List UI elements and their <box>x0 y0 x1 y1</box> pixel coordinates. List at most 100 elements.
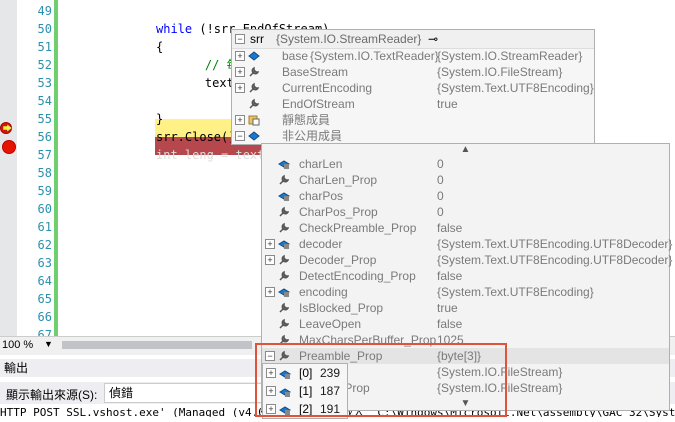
member-value[interactable]: 0 <box>437 204 444 220</box>
line-number: 63 <box>37 256 52 270</box>
class-icon <box>248 130 260 146</box>
zoom-dropdown-icon[interactable]: ▼ <box>44 339 53 349</box>
line-number: 53 <box>37 76 52 90</box>
member-name: 靜態成員 <box>282 113 331 127</box>
member-value[interactable]: false <box>437 220 462 236</box>
breakpoint-margin[interactable] <box>0 0 17 336</box>
line-number: 52 <box>37 58 52 72</box>
member-value[interactable]: {System.Text.UTF8Encoding} <box>437 80 594 96</box>
scroll-up-icon[interactable]: ▲ <box>262 144 669 156</box>
code-keyword: int <box>156 148 178 162</box>
member-name: CheckPreamble_Prop <box>299 221 417 235</box>
datatip-row[interactable]: charLen 0 <box>262 156 669 172</box>
member-name: DetectEncoding_Prop <box>299 269 416 283</box>
current-statement-arrow-icon[interactable] <box>0 122 14 134</box>
pin-icon[interactable]: ⊸ <box>428 30 438 48</box>
code-line[interactable]: { <box>156 38 163 56</box>
line-number: 54 <box>37 94 52 108</box>
breakpoint-icon[interactable] <box>2 140 16 154</box>
datatip-row[interactable]: + decoder {System.Text.UTF8Encoding.UTF8De… <box>262 236 672 252</box>
member-value[interactable]: {System.Text.UTF8Encoding.UTF8Decoder} <box>437 252 672 268</box>
member-value[interactable]: true <box>437 300 458 316</box>
code-text: { <box>156 40 164 54</box>
collapse-icon[interactable]: − <box>235 34 245 44</box>
member-value[interactable]: false <box>437 268 462 284</box>
datatip-row[interactable]: + base {System.IO.TextReader} {System.IO.St… <box>232 48 594 64</box>
line-number: 57 <box>37 148 52 162</box>
datatip-row[interactable]: CharLen_Prop 0 <box>262 172 669 188</box>
code-keyword: while <box>156 22 193 36</box>
line-number: 55 <box>37 112 52 126</box>
datatip-main[interactable]: − srr {System.IO.StreamReader} ⊸ + base {S… <box>231 29 595 145</box>
line-number: 64 <box>37 274 52 288</box>
line-number: 56 <box>37 130 52 144</box>
horizontal-scrollbar[interactable] <box>62 341 252 349</box>
datatip-row[interactable]: CharPos_Prop 0 <box>262 204 669 220</box>
member-value[interactable]: true <box>437 96 458 112</box>
member-name: base <box>282 49 309 63</box>
member-name: EndOfStream <box>282 97 355 111</box>
datatip-row[interactable]: − 非公用成員 <box>232 128 594 144</box>
member-value[interactable]: 0 <box>437 172 444 188</box>
expand-icon[interactable]: + <box>265 255 275 265</box>
datatip-row[interactable]: + encoding {System.Text.UTF8Encoding} <box>262 284 669 300</box>
code-text: leng = text <box>177 148 265 162</box>
datatip-row[interactable]: + 靜態成員 <box>232 112 594 128</box>
member-name: CurrentEncoding <box>282 81 373 95</box>
member-value[interactable]: 0 <box>437 188 444 204</box>
member-name: decoder <box>299 237 343 251</box>
annotation-highlight-box <box>255 343 507 417</box>
member-name: LeaveOpen <box>299 317 362 331</box>
line-number: 60 <box>37 202 52 216</box>
datatip-row[interactable]: LeaveOpen false <box>262 316 669 332</box>
member-value[interactable]: {System.Text.UTF8Encoding.UTF8Decoder} <box>437 236 672 252</box>
member-name: Decoder_Prop <box>299 253 377 267</box>
code-text: srr.Close(); <box>156 130 243 144</box>
member-value[interactable]: {System.IO.TextReader} <box>310 48 439 64</box>
datatip-row[interactable]: CheckPreamble_Prop false <box>262 220 669 236</box>
expand-icon[interactable]: + <box>235 115 245 125</box>
member-name: BaseStream <box>282 65 349 79</box>
datatip-variable-value[interactable]: {System.IO.StreamReader} <box>276 30 421 48</box>
member-name: CharLen_Prop <box>299 173 378 187</box>
line-number: 66 <box>37 310 52 324</box>
datatip-row[interactable]: charPos 0 <box>262 188 669 204</box>
expand-icon[interactable]: + <box>265 239 275 249</box>
line-number: 58 <box>37 166 52 180</box>
datatip-row[interactable]: IsBlocked_Prop true <box>262 300 669 316</box>
line-number: 59 <box>37 184 52 198</box>
line-number: 49 <box>37 4 52 18</box>
datatip-row[interactable]: + Decoder_Prop {System.Text.UTF8Encoding.U… <box>262 252 672 268</box>
line-number: 62 <box>37 238 52 252</box>
member-value[interactable]: {System.Text.UTF8Encoding} <box>437 284 594 300</box>
line-number: 50 <box>37 22 52 36</box>
output-source-select[interactable]: 偵錯 <box>104 383 280 403</box>
code-line[interactable]: srr.Close(); <box>156 128 243 146</box>
expand-icon[interactable]: + <box>235 51 245 61</box>
member-name: CharPos_Prop <box>299 205 378 219</box>
line-number: 61 <box>37 220 52 234</box>
datatip-header: − srr {System.IO.StreamReader} ⊸ <box>232 30 594 49</box>
expand-icon[interactable]: + <box>235 67 245 77</box>
datatip-row[interactable]: EndOfStream true <box>232 96 594 112</box>
datatip-row[interactable]: + CurrentEncoding {System.Text.UTF8Encodin… <box>232 80 594 96</box>
member-name: charLen <box>299 157 343 171</box>
collapse-icon[interactable]: − <box>235 131 245 141</box>
member-value[interactable]: 0 <box>437 156 444 172</box>
line-number: 65 <box>37 292 52 306</box>
code-line[interactable]: } <box>156 110 163 128</box>
member-name: IsBlocked_Prop <box>299 301 384 315</box>
expand-icon[interactable]: + <box>235 83 245 93</box>
member-value-type: {System.IO.StreamReader} <box>437 49 583 63</box>
member-value[interactable]: false <box>437 316 462 332</box>
expand-icon[interactable]: + <box>265 287 275 297</box>
zoom-level[interactable]: 100 % <box>2 339 33 351</box>
datatip-row[interactable]: DetectEncoding_Prop false <box>262 268 669 284</box>
member-name: 非公用成員 <box>282 129 343 143</box>
datatip-variable-name: srr <box>250 32 264 46</box>
member-name: encoding <box>299 285 348 299</box>
datatip-row[interactable]: + BaseStream {System.IO.FileStream} <box>232 64 594 80</box>
code-line[interactable]: int leng = text <box>156 146 264 164</box>
member-value[interactable]: {System.IO.FileStream} <box>437 64 562 80</box>
code-text: } <box>156 112 164 126</box>
